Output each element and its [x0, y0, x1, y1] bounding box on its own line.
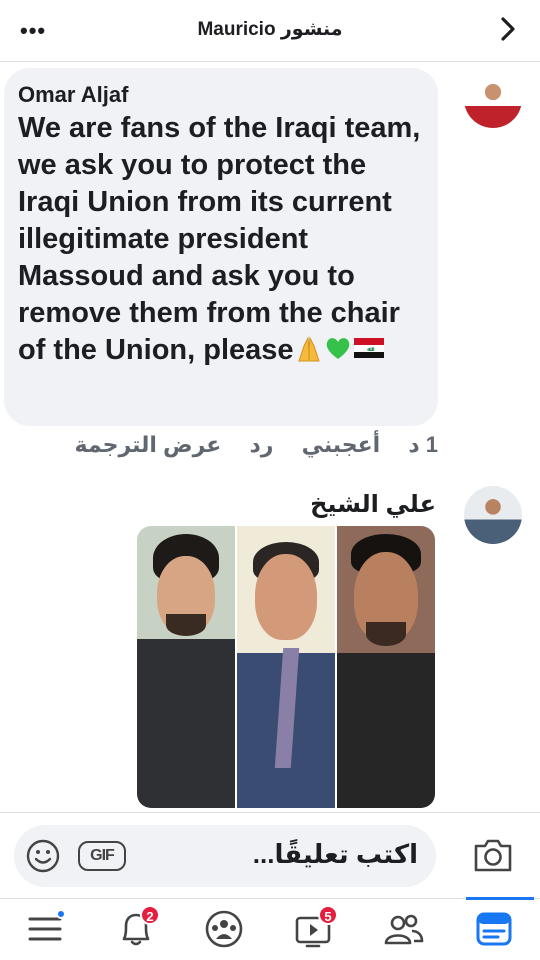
nav-notifications[interactable]: 2 — [114, 905, 160, 949]
green-heart-icon — [326, 338, 349, 360]
comment-author-2[interactable]: علي الشيخ — [310, 490, 436, 519]
photo-panel-left — [137, 526, 235, 808]
top-bar: ••• Mauricio منشور — [0, 0, 540, 62]
watch-badge: 5 — [318, 905, 338, 925]
page-title: Mauricio منشور — [197, 19, 343, 40]
nav-watch[interactable]: 5 — [292, 905, 338, 949]
nav-groups[interactable] — [202, 909, 246, 949]
nav-friends[interactable] — [382, 909, 426, 949]
nav-feed[interactable] — [472, 909, 516, 949]
folded-hands-icon — [297, 336, 320, 362]
comment-author[interactable]: Omar Aljaf — [18, 82, 424, 108]
chevron-right-icon[interactable] — [498, 16, 518, 42]
photo-panel-middle — [235, 526, 335, 808]
see-translation-button[interactable]: عرض الترجمة — [75, 432, 222, 457]
friends-icon — [384, 914, 424, 945]
news-feed-icon — [476, 912, 512, 946]
comment-text: We are fans of the Iraqi team, we ask yo… — [18, 112, 421, 366]
comment-photo[interactable] — [137, 526, 435, 808]
notifications-badge: 2 — [140, 905, 160, 925]
svg-text:ﷲ: ﷲ — [367, 346, 374, 352]
avatar-omar[interactable] — [464, 70, 522, 128]
comment-time: 1 د — [408, 432, 438, 457]
comment-actions: 1 د أعجبني رد عرض الترجمة — [53, 432, 439, 458]
smiley-icon[interactable] — [26, 839, 60, 873]
comment-input[interactable]: GIF اكتب تعليقًا... — [14, 825, 436, 887]
active-tab-indicator — [466, 897, 534, 900]
comment-bubble[interactable]: Omar Aljaf We are fans of the Iraqi team… — [4, 68, 438, 426]
menu-dot — [56, 909, 66, 919]
like-button[interactable]: أعجبني — [302, 432, 381, 457]
gif-button[interactable]: GIF — [78, 841, 126, 871]
nav-menu[interactable] — [24, 909, 68, 949]
photo-panel-right — [335, 526, 435, 808]
comment-placeholder: اكتب تعليقًا... — [252, 839, 418, 869]
camera-icon[interactable] — [472, 836, 514, 874]
groups-icon — [205, 910, 243, 948]
iraq-flag-icon: ﷲ — [353, 338, 384, 359]
bottom-nav: 2 5 — [0, 897, 540, 960]
reply-button[interactable]: رد — [249, 432, 273, 457]
avatar-ali[interactable] — [464, 486, 522, 544]
